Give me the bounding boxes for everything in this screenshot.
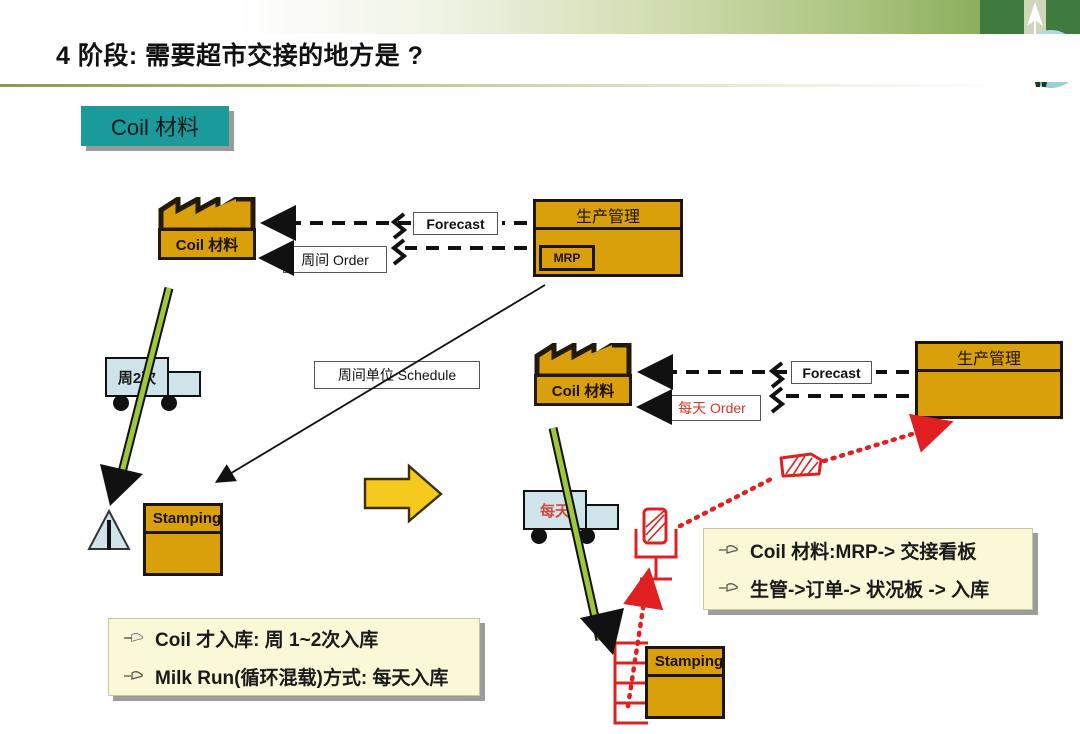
right-supplier-label: Coil 材料	[551, 382, 615, 400]
pointing-hand-icon	[719, 583, 738, 592]
left-truck-label: 周2次	[117, 369, 157, 387]
left-production-control-box: 生产管理 MRP	[533, 199, 683, 277]
left-supplier-label-box: Coil 材料	[158, 228, 256, 260]
left-truck-icon: 周2次	[105, 357, 201, 413]
right-stamping-box: Stamping	[645, 646, 725, 719]
factory-roof-icon	[534, 343, 632, 377]
slide-canvas: 4 阶段: 需要超市交接的地方是 ? Coil 材料 Coil 材料 Forec…	[0, 0, 1080, 734]
page-title: 4 阶段: 需要超市交接的地方是 ?	[56, 42, 424, 70]
left-order-label-box: 周间 Order	[283, 246, 387, 273]
left-mrp-label: MRP	[553, 251, 581, 265]
factory-roof-icon	[158, 197, 256, 231]
title-divider	[0, 84, 1000, 87]
left-stamping-label: Stamping	[152, 510, 222, 527]
pointing-hand-icon	[719, 545, 738, 554]
left-mrp-box: MRP	[539, 245, 595, 271]
right-supplier-label-box: Coil 材料	[534, 374, 632, 406]
right-truck-cargo: 每天	[523, 490, 587, 530]
pointing-hand-icon	[124, 633, 143, 642]
right-order-label-box: 每天 Order	[663, 395, 761, 421]
left-stamping-box: Stamping	[143, 503, 223, 576]
transition-right-arrow-icon	[363, 463, 443, 524]
left-truck-wheel-front	[161, 395, 177, 411]
left-supplier-factory: Coil 材料	[158, 197, 256, 263]
kanban-post-icon	[634, 507, 678, 581]
right-stamping-title-row: Stamping	[648, 649, 724, 677]
logo-square-right	[1046, 0, 1080, 34]
left-supplier-label: Coil 材料	[175, 236, 239, 254]
left-schedule-label-box: 周间单位 Schedule	[314, 361, 480, 389]
left-schedule-label: 周间单位 Schedule	[337, 367, 457, 383]
left-note-line-2: Milk Run(循环混载)方式: 每天入库	[123, 663, 465, 690]
right-control-title: 生产管理	[956, 350, 1021, 368]
left-order-label: 周间 Order	[301, 251, 369, 268]
right-forecast-label-box: Forecast	[791, 361, 872, 384]
right-order-label: 每天 Order	[678, 400, 746, 416]
right-note-panel: Coil 材料:MRP-> 交接看板 生管->订单-> 状况板 -> 入库	[703, 528, 1033, 610]
section-tag-label: Coil 材料	[110, 115, 199, 140]
logo-square-left	[980, 0, 1024, 34]
left-truck-cargo: 周2次	[105, 357, 169, 397]
header-gradient-bar	[0, 0, 1080, 34]
pointing-hand-icon	[124, 671, 143, 680]
right-truck-wheel-rear	[531, 528, 547, 544]
left-forecast-label: Forecast	[426, 215, 485, 232]
section-tag: Coil 材料	[81, 106, 229, 146]
left-control-title-row: 生产管理	[536, 202, 680, 230]
right-note-text-1: Coil 材料:MRP-> 交接看板	[750, 541, 977, 563]
right-note-line-1: Coil 材料:MRP-> 交接看板	[718, 537, 1018, 564]
inventory-triangle-icon	[87, 508, 131, 550]
right-forecast-label: Forecast	[802, 364, 861, 381]
right-production-control-box: 生产管理	[915, 341, 1063, 419]
right-supplier-factory: Coil 材料	[534, 343, 632, 409]
right-truck-label: 每天	[539, 502, 570, 520]
right-note-line-2: 生管->订单-> 状况板 -> 入库	[718, 575, 1018, 602]
left-note-text-2: Milk Run(循环混载)方式: 每天入库	[155, 667, 449, 689]
left-stamping-title-row: Stamping	[146, 506, 222, 534]
right-note-text-2: 生管->订单-> 状况板 -> 入库	[750, 579, 990, 601]
right-stamping-label: Stamping	[654, 653, 724, 670]
left-truck-wheel-rear	[113, 395, 129, 411]
right-truck-icon: 每天	[523, 490, 619, 546]
right-truck-cab	[585, 504, 619, 530]
right-note-box: Coil 材料:MRP-> 交接看板 生管->订单-> 状况板 -> 入库	[703, 528, 1038, 615]
left-note-line-1: Coil 才入库: 周 1~2次入库	[123, 625, 465, 652]
left-note-text-1: Coil 才入库: 周 1~2次入库	[155, 629, 379, 651]
left-truck-cab	[167, 371, 201, 397]
left-forecast-label-box: Forecast	[413, 212, 498, 235]
left-note-box: Coil 才入库: 周 1~2次入库 Milk Run(循环混载)方式: 每天入…	[108, 618, 485, 701]
right-control-title-row: 生产管理	[918, 344, 1060, 372]
right-truck-wheel-front	[579, 528, 595, 544]
kanban-card-icon	[779, 452, 823, 478]
left-control-title: 生产管理	[575, 208, 640, 226]
left-note-panel: Coil 才入库: 周 1~2次入库 Milk Run(循环混载)方式: 每天入…	[108, 618, 480, 696]
